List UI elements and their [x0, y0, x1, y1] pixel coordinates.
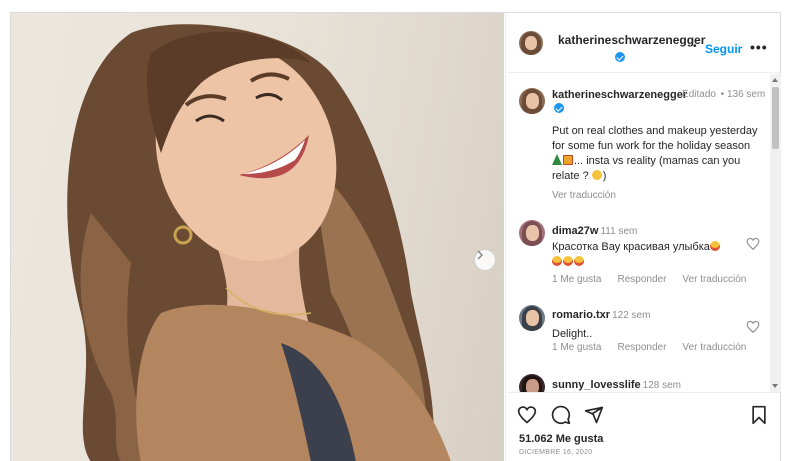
- comment-meta: 1 Me gusta Responder Ver traducción: [552, 342, 746, 353]
- commenter-avatar[interactable]: [519, 305, 545, 331]
- comment-translate-link[interactable]: Ver traducción: [682, 274, 746, 285]
- more-options-icon[interactable]: •••: [750, 39, 768, 55]
- commenter-avatar[interactable]: [519, 374, 545, 392]
- separator-dot: •: [693, 41, 697, 52]
- comment-meta: 1 Me gusta Responder Ver traducción: [552, 274, 746, 285]
- author-avatar[interactable]: [519, 31, 543, 55]
- share-icon[interactable]: [584, 405, 604, 425]
- comments-list[interactable]: katherineschwarzenegger Editado • 136 se…: [506, 74, 771, 392]
- comments-scrollbar[interactable]: [770, 74, 781, 392]
- edited-label: Editado: [682, 89, 716, 100]
- comment-item: dima27w 111 sem Красотка Вау красивая улы…: [506, 214, 768, 285]
- caption-age: • 136 sem: [720, 89, 766, 100]
- reply-button[interactable]: Responder: [617, 274, 666, 285]
- likes-count[interactable]: 51.062 Me gusta: [519, 433, 603, 445]
- post-header: katherineschwarzenegger • Seguir •••: [506, 13, 782, 73]
- scroll-down-arrow-icon[interactable]: [772, 384, 778, 388]
- comment-body: sunny_lovesslife 128 sem: [552, 379, 682, 391]
- star-struck-emoji-icon: [574, 256, 584, 266]
- comment-body: romario.txr 122 sem Delight..: [552, 309, 651, 340]
- verified-badge-icon: [615, 52, 625, 62]
- grinning-emoji-icon: [591, 170, 602, 180]
- post-side-panel: katherineschwarzenegger • Seguir ••• kat…: [505, 13, 782, 461]
- caption: katherineschwarzenegger Editado • 136 se…: [506, 74, 768, 214]
- caption-avatar[interactable]: [519, 88, 545, 114]
- scroll-up-arrow-icon[interactable]: [772, 78, 778, 82]
- caption-username[interactable]: katherineschwarzenegger: [552, 88, 687, 116]
- star-struck-emoji-icon: [552, 256, 562, 266]
- comment-likes-count[interactable]: 1 Me gusta: [552, 274, 601, 285]
- bookmark-icon[interactable]: [749, 405, 769, 425]
- comment-item: romario.txr 122 sem Delight.. 1 Me gusta …: [506, 296, 768, 356]
- gift-emoji-icon: [563, 155, 573, 165]
- scrollbar-thumb[interactable]: [772, 87, 779, 149]
- caption-text: Put on real clothes and makeup yesterday…: [552, 125, 758, 182]
- author-username[interactable]: katherineschwarzenegger: [558, 32, 705, 66]
- comment-translate-link[interactable]: Ver traducción: [682, 342, 746, 353]
- reply-button[interactable]: Responder: [617, 342, 666, 353]
- post-date[interactable]: DICIEMBRE 16, 2020: [519, 449, 593, 456]
- star-struck-emoji-icon: [709, 241, 720, 251]
- comment-likes-count[interactable]: 1 Me gusta: [552, 342, 601, 353]
- next-photo-button[interactable]: [474, 249, 496, 271]
- caption-translate-link[interactable]: Ver traducción: [552, 190, 616, 201]
- comment-like-icon[interactable]: [746, 237, 760, 251]
- instagram-post: katherineschwarzenegger • Seguir ••• kat…: [10, 12, 782, 461]
- chevron-right-icon: [477, 250, 484, 260]
- commenter-avatar[interactable]: [519, 220, 545, 246]
- star-struck-emoji-icon: [563, 256, 573, 266]
- post-actions: 51.062 Me gusta DICIEMBRE 16, 2020: [506, 392, 782, 461]
- follow-button[interactable]: Seguir: [705, 42, 742, 56]
- post-photo[interactable]: [11, 13, 504, 461]
- verified-badge-icon: [554, 103, 564, 113]
- comment-body: dima27w 111 sem Красотка Вау красивая улы…: [552, 221, 742, 270]
- christmas-tree-emoji-icon: [552, 154, 562, 165]
- comment-icon[interactable]: [551, 405, 571, 425]
- comment-like-icon[interactable]: [746, 320, 760, 334]
- portrait-illustration: [67, 24, 451, 461]
- comment-item: sunny_lovesslife 128 sem: [506, 370, 768, 392]
- heart-icon[interactable]: [517, 405, 537, 425]
